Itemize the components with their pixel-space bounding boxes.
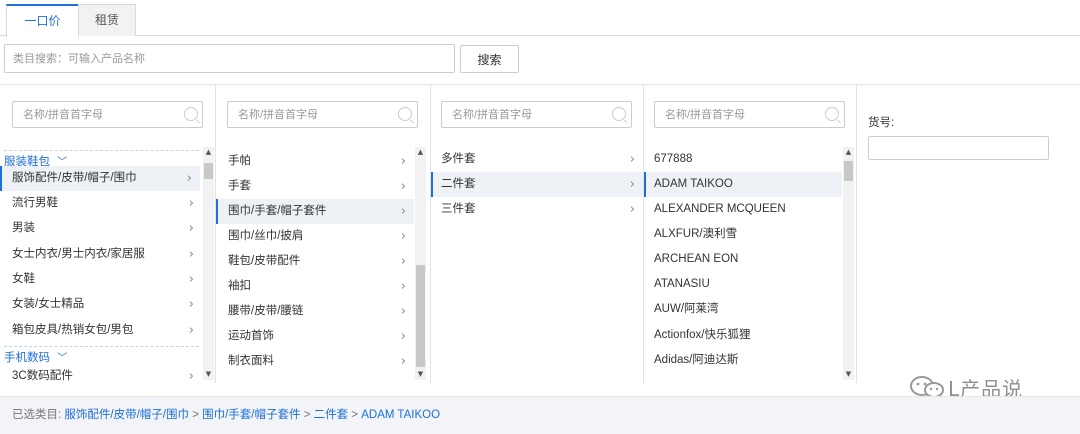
scroll-up-arrow-icon[interactable]: ▲ [415,147,426,158]
brand-column: 677888 ADAM TAIKOO ALEXANDER MCQUEEN ALX… [644,85,857,383]
crumb-separator: > [300,409,314,421]
level2-item[interactable]: 鞋包/皮带配件 › [216,249,414,274]
level1-item[interactable]: 女鞋 › [0,267,202,292]
brand-item[interactable]: 677888 [644,147,842,172]
level3-item[interactable]: 多件套 › [431,147,643,172]
level2-item[interactable]: 手帕 › [216,149,414,174]
level1-item[interactable]: 流行男鞋 › [0,191,202,216]
crumb-separator: > [189,409,203,421]
chevron-right-icon: › [188,272,194,287]
scroll-up-arrow-icon[interactable]: ▲ [843,147,854,158]
chevron-right-icon: › [629,152,635,167]
search-icon [398,107,412,121]
level1-item[interactable]: 女装/女士精品 › [0,292,202,317]
chevron-right-icon: › [400,204,406,219]
level2-scrollbar[interactable]: ▲ ▼ [415,147,426,380]
level1-list: 服装鞋包 ﹀ 服饰配件/皮带/帽子/围巾 › 流行男鞋 › 男装 › 女士内衣/… [0,147,202,381]
level3-list: 多件套 › 二件套 › 三件套 › [431,147,643,381]
chevron-right-icon: › [400,329,406,344]
category-column-level1: 服装鞋包 ﹀ 服饰配件/皮带/帽子/围巾 › 流行男鞋 › 男装 › 女士内衣/… [0,85,216,383]
level2-list: 手帕 › 手套 › 围巾/手套/帽子套件 › 围巾/丝巾/披肩 › 鞋包/皮带配… [216,147,414,381]
brand-item[interactable]: Adidas/阿迪达斯 [644,348,842,373]
selected-category-bar: 已选类目: 服饰配件/皮带/帽子/围巾 > 围巾/手套/帽子套件 > 二件套 >… [0,396,1080,434]
chevron-right-icon: › [400,354,406,369]
brand-item[interactable]: AUW/阿莱湾 [644,297,842,322]
group-divider [4,150,199,151]
sku-label: 货号: [868,117,895,129]
chevron-down-icon: ﹀ [57,353,68,364]
scroll-up-arrow-icon[interactable]: ▲ [203,147,214,158]
level2-item[interactable]: 手套 › [216,174,414,199]
tab-bar: 一口价 租赁 [0,0,1080,37]
search-button[interactable]: 搜索 [460,45,519,73]
level1-item[interactable]: 箱包皮具/热销女包/男包 › [0,318,202,343]
chevron-right-icon: › [400,304,406,319]
chevron-right-icon: › [188,323,194,338]
selected-crumb[interactable]: 围巾/手套/帽子套件 [202,409,300,421]
level1-item[interactable]: 服饰配件/皮带/帽子/围巾 › [0,166,200,191]
chevron-right-icon: › [400,279,406,294]
scrollbar-thumb[interactable] [416,265,425,367]
brand-item[interactable]: ATANASIU [644,272,842,297]
tab-rental[interactable]: 租赁 [78,4,136,36]
chevron-right-icon: › [188,369,194,381]
level1-item[interactable]: 男装 › [0,216,202,241]
level1-item[interactable]: 女士内衣/男士内衣/家居服 › [0,242,202,267]
sku-column: 货号: [857,85,1080,383]
selected-crumb[interactable]: 二件套 [314,409,349,421]
selected-crumb[interactable]: 服饰配件/皮带/帽子/围巾 [64,409,189,421]
sku-input[interactable] [868,136,1049,160]
search-icon [825,107,839,121]
level2-item[interactable]: 围巾/手套/帽子套件 › [216,199,414,224]
brand-filter-input[interactable] [654,101,845,128]
selected-category-prefix: 已选类目: [12,409,62,421]
level1-filter-input[interactable] [12,101,203,128]
scrollbar-thumb[interactable] [844,161,853,181]
tab-fixed-price[interactable]: 一口价 [6,4,79,37]
brand-item[interactable]: ADAM TAIKOO [644,172,842,197]
level1-scrollbar[interactable]: ▲ ▼ [203,147,214,380]
chevron-right-icon: › [400,254,406,269]
scrollbar-thumb[interactable] [204,163,213,179]
brand-item[interactable]: ARCHEAN EON [644,247,842,272]
level2-item[interactable]: 制衣面料 › [216,349,414,374]
category-search-input[interactable] [4,44,455,73]
chevron-right-icon: › [186,171,192,186]
category-column-level2: 手帕 › 手套 › 围巾/手套/帽子套件 › 围巾/丝巾/披肩 › 鞋包/皮带配… [216,85,431,383]
chevron-right-icon: › [188,196,194,211]
chevron-right-icon: › [400,154,406,169]
brand-item[interactable]: ALEXANDER MCQUEEN [644,197,842,222]
selected-crumb[interactable]: ADAM TAIKOO [361,409,440,421]
group-divider [4,346,199,347]
level2-item[interactable]: 袖扣 › [216,274,414,299]
scroll-down-arrow-icon[interactable]: ▼ [203,369,214,380]
category-cascade-panel: 服装鞋包 ﹀ 服饰配件/皮带/帽子/围巾 › 流行男鞋 › 男装 › 女士内衣/… [0,84,1080,396]
brand-item[interactable]: ALXFUR/澳利雪 [644,222,842,247]
category-column-level3: 多件套 › 二件套 › 三件套 › [431,85,644,383]
brand-scrollbar[interactable]: ▲ ▼ [843,147,854,380]
brand-item[interactable]: Actionfox/快乐狐狸 [644,323,842,348]
level3-filter-input[interactable] [441,101,632,128]
chevron-right-icon: › [188,221,194,236]
level1-item[interactable]: 3C数码配件 › [0,364,202,381]
scroll-down-arrow-icon[interactable]: ▼ [843,369,854,380]
brand-list: 677888 ADAM TAIKOO ALEXANDER MCQUEEN ALX… [644,147,842,381]
search-icon [612,107,626,121]
chevron-right-icon: › [400,179,406,194]
chevron-right-icon: › [629,177,635,192]
level2-item[interactable]: 运动首饰 › [216,324,414,349]
level2-item[interactable]: 围巾/丝巾/披肩 › [216,224,414,249]
search-icon [184,107,198,121]
level2-filter-input[interactable] [227,101,418,128]
group-header-digital[interactable]: 手机数码 ﹀ [4,349,67,365]
chevron-right-icon: › [188,297,194,312]
chevron-right-icon: › [188,247,194,262]
level3-item[interactable]: 三件套 › [431,197,643,222]
chevron-right-icon: › [629,202,635,217]
level3-item[interactable]: 二件套 › [431,172,643,197]
chevron-right-icon: › [400,229,406,244]
scroll-down-arrow-icon[interactable]: ▼ [415,369,426,380]
crumb-separator: > [348,409,362,421]
level2-item[interactable]: 腰带/皮带/腰链 › [216,299,414,324]
